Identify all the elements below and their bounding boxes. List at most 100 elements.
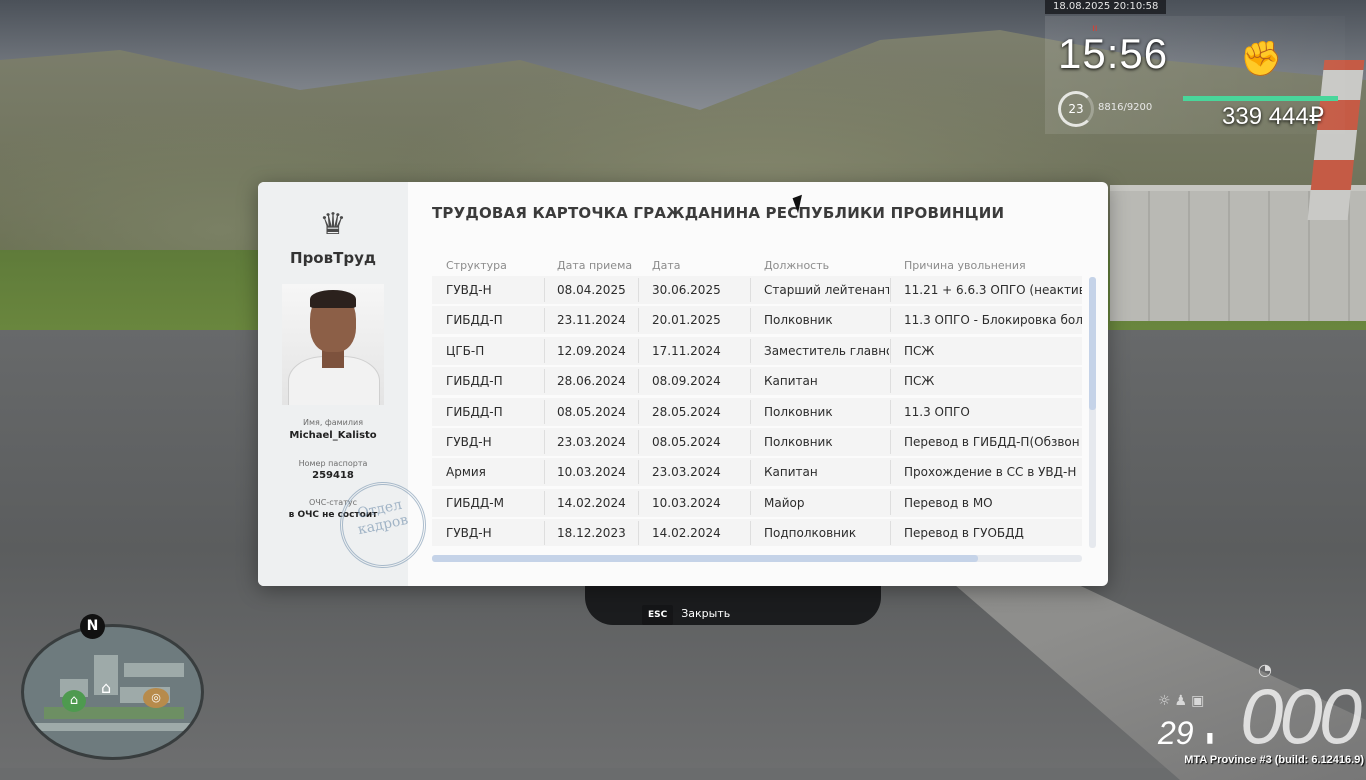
employment-table[interactable]: Структура Дата приема Дата увольнения До… (432, 257, 1082, 546)
divider (638, 460, 639, 485)
divider (890, 308, 891, 333)
cell-org: ГИБДД-М (446, 495, 504, 510)
divider (750, 521, 751, 546)
divider (890, 278, 891, 302)
cell-rank: Полковник (764, 404, 833, 419)
divider (544, 521, 545, 546)
divider (750, 429, 751, 454)
cell-hired: 08.05.2024 (557, 404, 626, 419)
cell-fired: 28.05.2024 (652, 404, 721, 419)
fuel-pump-icon: ▮ (1206, 730, 1214, 746)
divider (890, 338, 891, 363)
cell-org: ГИБДД-П (446, 374, 503, 389)
table-row: ЦГБ-П 12.09.2024 17.11.2024 Заместитель гла… (432, 336, 1082, 365)
cell-fired: 20.01.2025 (652, 313, 721, 328)
divider (544, 429, 545, 454)
cell-reason: Перевод в ГИБДД-П(Обзвон в РО (904, 434, 1082, 449)
divider (750, 369, 751, 394)
column-header: Структура (446, 259, 507, 272)
divider (890, 460, 891, 485)
map-road (34, 723, 194, 731)
close-button[interactable]: Закрыть (681, 604, 730, 624)
home-icon: ⌂ (62, 690, 86, 712)
name-label: Имя, фамилия (302, 418, 364, 427)
divider (890, 490, 891, 515)
cell-rank: Капитан (764, 465, 818, 480)
divider (750, 460, 751, 485)
cell-hired: 08.04.2025 (557, 283, 626, 297)
cell-org: ГУВД-Н (446, 434, 492, 449)
divider (638, 369, 639, 394)
vertical-scrollbar[interactable] (1089, 277, 1096, 548)
divider (638, 308, 639, 333)
experience-counter: 8816/9200 (1098, 102, 1153, 113)
cell-org: Армия (446, 465, 486, 480)
hud-datetime: 18.08.2025 20:10:58 (1045, 0, 1167, 14)
map-block (124, 663, 184, 677)
health-bar (1183, 96, 1338, 101)
table-row: ГУВД-Н 08.04.2025 30.06.2025 Старший лейтен… (432, 276, 1082, 304)
minimap (21, 624, 204, 760)
cell-org: ГУВД-Н (446, 526, 492, 541)
photo-hair (310, 290, 356, 308)
cell-hired: 23.11.2024 (557, 313, 626, 328)
table-row: ГИБДД-П 28.06.2024 08.09.2024 Капитан ПСЖ (432, 367, 1082, 396)
speedometer: 000 (1240, 672, 1362, 760)
fist-icon: ✊ (1240, 39, 1283, 79)
table-row: Армия 10.03.2024 23.03.2024 Капитан Прохожде… (432, 458, 1082, 487)
cell-fired: 10.03.2024 (652, 495, 721, 510)
divider (890, 369, 891, 394)
divider (750, 308, 751, 333)
passport-label: Номер паспорта (298, 459, 368, 468)
cell-org: ГИБДД-П (446, 404, 503, 419)
hud-clock: 15:56 (1058, 30, 1169, 77)
health-bar-fill (1183, 96, 1338, 101)
cell-hired: 28.06.2024 (557, 374, 626, 389)
cell-hired: 14.02.2024 (557, 495, 626, 510)
cell-fired: 17.11.2024 (652, 343, 721, 358)
citizen-name: Michael_Kalisto (289, 430, 377, 441)
north-indicator: N (80, 614, 105, 639)
cell-org: ГИБДД-П (446, 313, 503, 328)
column-header: Дата увольнения (652, 259, 720, 290)
divider (638, 338, 639, 363)
player-car (585, 585, 881, 625)
divider (890, 429, 891, 454)
divider (750, 338, 751, 363)
cell-rank: Старший лейтенант (764, 283, 889, 297)
table-row: ГИБДД-М 14.02.2024 10.03.2024 Майор Перевод … (432, 488, 1082, 517)
player-arrow-icon: ⌂ (101, 678, 112, 697)
cell-rank: Капитан (764, 374, 818, 389)
table-row: ГИБДД-П 23.11.2024 20.01.2025 Полковник 11.3… (432, 306, 1082, 335)
table-row: ГУВД-Н 23.03.2024 08.05.2024 Полковник Перев… (432, 427, 1082, 456)
divider (638, 278, 639, 302)
divider (544, 399, 545, 424)
divider (750, 490, 751, 515)
divider (638, 399, 639, 424)
cell-rank: Майор (764, 495, 805, 510)
cell-hired: 10.03.2024 (557, 465, 626, 480)
build-info: MTA Province #3 (build: 6.12416.9) (1184, 754, 1364, 766)
cell-reason: ПСЖ (904, 374, 935, 389)
cell-fired: 30.06.2025 (652, 283, 721, 297)
vertical-scroll-thumb[interactable] (1089, 277, 1096, 410)
divider (638, 490, 639, 515)
divider (638, 521, 639, 546)
horizontal-scrollbar[interactable] (432, 555, 1082, 562)
cell-rank: Полковник (764, 434, 833, 449)
agency-name: ПровТруд (290, 249, 376, 267)
food-icon: ◎ (143, 688, 169, 708)
cell-fired: 14.02.2024 (652, 526, 721, 541)
horizontal-scroll-thumb[interactable] (432, 555, 978, 562)
coat-of-arms-icon: ♛ (319, 207, 347, 242)
table-body: ГУВД-Н 08.04.2025 30.06.2025 Старший лейтен… (432, 276, 1082, 546)
citizen-photo (282, 284, 384, 405)
cell-reason: 11.21 + 6.6.3 ОПГО (неактив+ув (904, 283, 1082, 297)
esc-key-badge[interactable]: ESC (642, 605, 674, 625)
column-header: Причина увольнения (904, 259, 1026, 272)
card-title: ТРУДОВАЯ КАРТОЧКА ГРАЖДАНИНА РЕСПУБЛИКИ … (432, 204, 1005, 222)
cell-org: ЦГБ-П (446, 343, 485, 358)
divider (890, 521, 891, 546)
close-hint[interactable]: ESC Закрыть (642, 602, 730, 625)
fuel-level: 29 (1158, 715, 1194, 751)
